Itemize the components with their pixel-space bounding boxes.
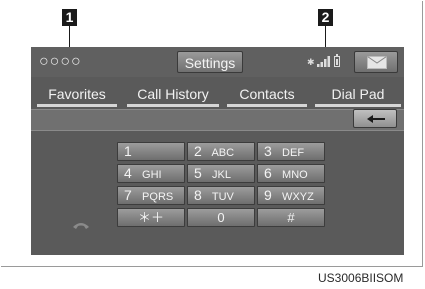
key-letters: GHI <box>139 169 162 181</box>
callout-2-leader <box>325 26 326 48</box>
phone-screen: ○○○○ Settings ✱ Favorites Call History C… <box>31 47 404 255</box>
key-digit: ＊＋ <box>137 210 164 225</box>
key-digit: 5 <box>194 165 202 181</box>
key-digit: 6 <box>264 165 272 181</box>
callout-1: 1 <box>62 9 77 26</box>
key-digit: 2 <box>194 143 202 159</box>
bluetooth-icon: ✱ <box>307 57 315 67</box>
figure-code: US3006BIISOM <box>318 271 404 285</box>
keypad-key[interactable]: 3 DEF <box>257 142 325 161</box>
key-digit: 1 <box>124 143 132 159</box>
callout-1-leader <box>69 26 70 48</box>
key-letters: MNO <box>279 169 308 181</box>
battery-icon <box>334 54 340 67</box>
keypad-key[interactable]: 8 TUV <box>187 186 255 205</box>
key-letters: TUV <box>209 191 234 203</box>
keypad-key[interactable]: 4 GHI <box>117 164 185 183</box>
keypad-key[interactable]: 1 <box>117 142 185 161</box>
key-digit: # <box>287 210 295 225</box>
tab-contacts[interactable]: Contacts <box>227 83 307 107</box>
key-letters: DEF <box>279 147 305 159</box>
keypad-key[interactable]: 6 MNO <box>257 164 325 183</box>
backspace-button[interactable] <box>353 109 397 128</box>
handset-icon[interactable] <box>72 220 90 230</box>
key-letters: JKL <box>209 169 232 181</box>
keypad-key[interactable]: 2 ABC <box>187 142 255 161</box>
phone-tabs: Favorites Call History Contacts Dial Pad <box>31 79 404 107</box>
carrier-name: ○○○○ <box>39 53 82 70</box>
keypad-key[interactable]: 0 <box>187 208 255 227</box>
key-digit: 8 <box>194 187 202 203</box>
tab-dial-pad[interactable]: Dial Pad <box>315 83 401 107</box>
key-digit: 0 <box>217 210 225 225</box>
envelope-icon <box>367 56 387 69</box>
key-letters: WXYZ <box>279 191 314 203</box>
key-digit: 4 <box>124 165 132 181</box>
key-digit: 7 <box>124 187 132 203</box>
top-bar: ○○○○ Settings ✱ <box>31 47 404 77</box>
key-digit: 9 <box>264 187 272 203</box>
keypad-key[interactable]: ＊＋ <box>117 208 185 227</box>
dialed-number-field[interactable] <box>31 109 404 131</box>
message-button[interactable] <box>354 51 398 73</box>
signal-strength-icon <box>317 56 330 67</box>
key-digit: 3 <box>264 143 272 159</box>
left-arrow-icon <box>367 115 385 123</box>
keypad-key[interactable]: # <box>257 208 325 227</box>
keypad-key[interactable]: 5 JKL <box>187 164 255 183</box>
settings-button[interactable]: Settings <box>177 51 243 73</box>
tab-call-history[interactable]: Call History <box>127 83 219 107</box>
key-letters: PQRS <box>139 191 174 203</box>
callout-2: 2 <box>318 9 333 26</box>
keypad-key[interactable]: 9 WXYZ <box>257 186 325 205</box>
key-letters: ABC <box>209 147 235 159</box>
keypad-key[interactable]: 7 PQRS <box>117 186 185 205</box>
tab-favorites[interactable]: Favorites <box>37 83 117 107</box>
